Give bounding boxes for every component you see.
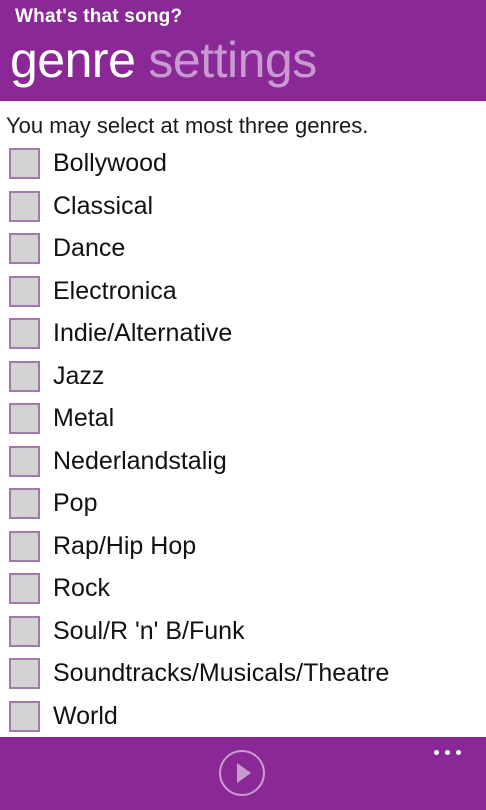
genre-item-soundtracks[interactable]: Soundtracks/Musicals/Theatre <box>0 654 486 697</box>
genre-item-bollywood[interactable]: Bollywood <box>0 144 486 187</box>
genre-label: Rock <box>53 574 110 602</box>
instruction-text: You may select at most three genres. <box>6 113 369 138</box>
checkbox[interactable] <box>9 233 40 264</box>
genre-item-pop[interactable]: Pop <box>0 484 486 527</box>
checkbox[interactable] <box>9 530 40 562</box>
genre-label: Rap/Hip Hop <box>53 531 197 560</box>
genre-label: Nederlandstalig <box>53 446 227 475</box>
checkbox[interactable] <box>9 615 40 647</box>
genre-label: World <box>53 701 118 730</box>
genre-label: Dance <box>53 234 126 262</box>
app-header: What's that song? genre settings <box>0 0 486 101</box>
genre-item-jazz[interactable]: Jazz <box>0 357 486 400</box>
checkbox[interactable] <box>9 445 40 477</box>
checkbox[interactable] <box>9 148 40 179</box>
more-options-button[interactable] <box>430 743 470 763</box>
genre-label: Classical <box>53 191 154 220</box>
genre-label: Electronica <box>53 276 177 305</box>
checkbox[interactable] <box>9 700 40 732</box>
genre-item-world[interactable]: World <box>0 697 486 738</box>
checkbox[interactable] <box>9 488 40 519</box>
genre-label: Soul/R 'n' B/Funk <box>53 616 245 645</box>
play-button[interactable] <box>219 750 265 796</box>
genre-label: Jazz <box>53 361 105 390</box>
genre-label: Indie/Alternative <box>53 319 233 347</box>
genre-item-electronica[interactable]: Electronica <box>0 272 486 315</box>
genre-list: Bollywood Classical Dance Electronica In… <box>0 144 486 737</box>
genre-item-dance[interactable]: Dance <box>0 229 486 272</box>
checkbox[interactable] <box>9 573 40 604</box>
more-ellipsis-icon <box>434 750 439 755</box>
more-ellipsis-icon <box>456 750 461 755</box>
genre-label: Metal <box>53 404 115 432</box>
pivot-item-settings[interactable]: settings <box>148 28 317 92</box>
genre-page-content: You may select at most three genres. Bol… <box>0 101 486 737</box>
play-icon <box>237 763 251 783</box>
checkbox[interactable] <box>9 658 40 689</box>
checkbox[interactable] <box>9 403 40 434</box>
application-bar <box>0 737 486 810</box>
genre-item-metal[interactable]: Metal <box>0 399 486 442</box>
genre-item-indie-alternative[interactable]: Indie/Alternative <box>0 314 486 357</box>
genre-label: Bollywood <box>53 149 167 177</box>
pivot-item-genre[interactable]: genre <box>10 28 136 92</box>
genre-item-rock[interactable]: Rock <box>0 569 486 612</box>
app-title: What's that song? <box>15 6 183 27</box>
genre-item-soul-rnb-funk[interactable]: Soul/R 'n' B/Funk <box>0 612 486 655</box>
checkbox[interactable] <box>9 318 40 349</box>
pivot-header: genre settings <box>10 28 317 92</box>
more-ellipsis-icon <box>445 750 450 755</box>
checkbox[interactable] <box>9 190 40 222</box>
checkbox[interactable] <box>9 275 40 307</box>
genre-item-nederlandstalig[interactable]: Nederlandstalig <box>0 442 486 485</box>
genre-item-classical[interactable]: Classical <box>0 187 486 230</box>
genre-item-rap-hip-hop[interactable]: Rap/Hip Hop <box>0 527 486 570</box>
genre-label: Pop <box>53 489 98 517</box>
checkbox[interactable] <box>9 360 40 392</box>
genre-label: Soundtracks/Musicals/Theatre <box>53 659 390 687</box>
